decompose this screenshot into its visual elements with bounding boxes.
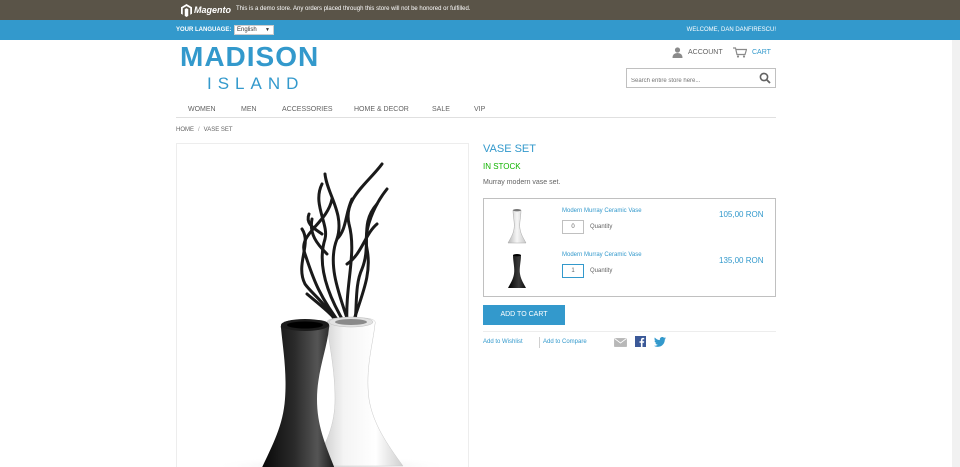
quantity-label: Quantity — [590, 268, 613, 274]
product-description: Murray modern vase set. — [483, 179, 561, 186]
account-label: ACCOUNT — [688, 48, 723, 56]
grouped-item-name[interactable]: Modern Murray Ceramic Vase — [562, 252, 642, 258]
cart-label: CART — [752, 48, 771, 56]
language-select-value: English — [237, 27, 257, 33]
site-logo-subtitle[interactable]: ISLAND — [207, 74, 304, 94]
white-vase-thumbnail[interactable] — [502, 207, 532, 245]
search-form — [626, 68, 776, 90]
language-select[interactable]: English ▼ — [234, 25, 274, 35]
twitter-icon[interactable] — [654, 337, 666, 347]
language-label: YOUR LANGUAGE: — [176, 27, 232, 33]
page-scrollbar[interactable] — [952, 40, 960, 467]
user-icon — [672, 46, 683, 58]
search-input[interactable] — [627, 72, 752, 90]
quantity-input[interactable]: 1 — [562, 264, 584, 278]
nav-item-sale[interactable]: SALE — [432, 106, 450, 113]
breadcrumb-separator: / — [198, 127, 200, 133]
demo-notice-bar: Magento This is a demo store. Any orders… — [0, 0, 960, 20]
welcome-message: WELCOME, DAN DANFIRESCU! — [686, 27, 776, 33]
magento-logo-icon — [181, 3, 192, 17]
add-to-wishlist-link[interactable]: Add to Wishlist — [483, 339, 523, 345]
breadcrumb: HOME / VASE SET — [176, 127, 233, 133]
account-link[interactable]: ACCOUNT — [672, 46, 723, 58]
cart-link[interactable]: CART — [733, 46, 771, 58]
product-image[interactable] — [176, 143, 469, 467]
add-to-compare-link[interactable]: Add to Compare — [543, 339, 587, 345]
facebook-icon[interactable] — [635, 336, 646, 347]
cart-icon — [733, 46, 747, 58]
chevron-down-icon: ▼ — [265, 27, 270, 33]
nav-item-home-decor[interactable]: HOME & DECOR — [354, 106, 409, 113]
item-price: 135,00 RON — [719, 256, 764, 265]
divider — [483, 331, 776, 332]
add-to-cart-button[interactable]: ADD TO CART — [483, 305, 565, 325]
demo-notice-text: This is a demo store. Any orders placed … — [236, 6, 471, 12]
nav-item-vip[interactable]: VIP — [474, 106, 485, 113]
main-navigation: WOMEN MEN ACCESSORIES HOME & DECOR SALE … — [176, 104, 776, 118]
site-logo[interactable]: MADISON — [180, 42, 319, 72]
stock-status: IN STOCK — [483, 162, 521, 171]
magento-logo-text: Magento — [194, 5, 231, 15]
product-title: VASE SET — [483, 143, 536, 155]
quantity-input[interactable]: 0 — [562, 220, 584, 234]
link-separator — [539, 337, 540, 348]
nav-item-men[interactable]: MEN — [241, 106, 257, 113]
grouped-products-table: Modern Murray Ceramic Vase 0 Quantity 10… — [483, 198, 776, 297]
breadcrumb-current: VASE SET — [203, 127, 233, 133]
search-icon[interactable] — [759, 72, 771, 84]
quantity-label: Quantity — [590, 224, 613, 230]
magento-logo: Magento — [181, 2, 231, 18]
grouped-item-name[interactable]: Modern Murray Ceramic Vase — [562, 208, 642, 214]
vase-set-image — [212, 162, 452, 467]
breadcrumb-home[interactable]: HOME — [176, 127, 194, 133]
nav-item-accessories[interactable]: ACCESSORIES — [282, 106, 333, 113]
language-bar: YOUR LANGUAGE: English ▼ WELCOME, DAN DA… — [0, 20, 960, 40]
black-vase-thumbnail[interactable] — [502, 252, 532, 290]
email-icon[interactable] — [614, 338, 627, 347]
nav-item-women[interactable]: WOMEN — [188, 106, 216, 113]
item-price: 105,00 RON — [719, 210, 764, 219]
